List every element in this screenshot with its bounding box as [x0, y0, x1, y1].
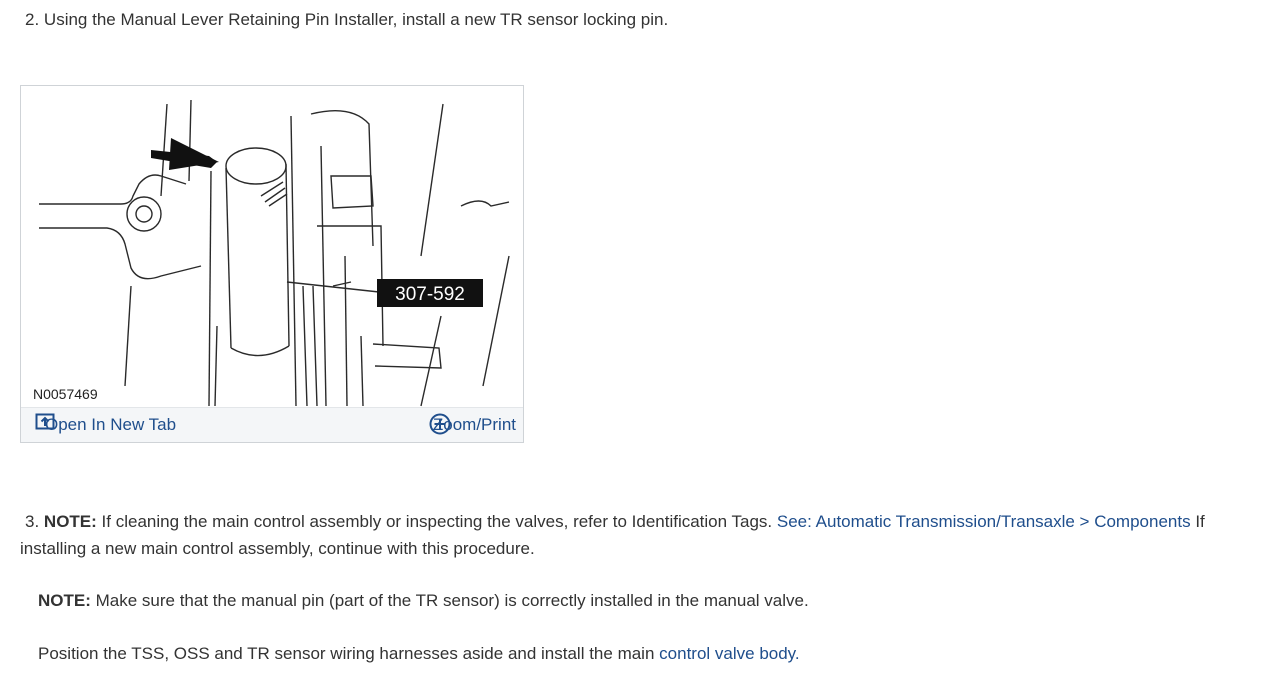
instruction-text: Position the TSS, OSS and TR sensor wiri…: [38, 644, 655, 663]
tool-label: 307-592: [395, 284, 465, 305]
note-label: NOTE:: [43, 512, 97, 531]
figure-footer: Open In New Tab Zoom/Print: [21, 407, 523, 442]
position-harness-text: Position the TSS, OSS and TR sensor wiri…: [38, 640, 800, 667]
open-in-new-tab-link[interactable]: Open In New Tab: [35, 413, 176, 437]
zoom-print-link[interactable]: Zoom/Print: [429, 413, 516, 437]
image-code: N0057469: [33, 386, 98, 402]
step-number: 3.: [25, 512, 40, 531]
step-number: 2.: [25, 10, 40, 29]
figure-tr-sensor-pin: 307-592 N0057469 Open In New Tab Zoom/Pr…: [20, 85, 524, 443]
open-in-new-tab-label: Open In New Tab: [45, 415, 177, 434]
note-text: Make sure that the manual pin (part of t…: [95, 591, 809, 610]
note-manual-pin: NOTE: Make sure that the manual pin (par…: [38, 587, 809, 614]
control-valve-body-link[interactable]: control valve body.: [659, 644, 799, 663]
see-components-link[interactable]: See: Automatic Transmission/Transaxle > …: [777, 512, 1191, 531]
step-2-text: 2. Using the Manual Lever Retaining Pin …: [25, 6, 668, 33]
figure-illustration: 307-592 N0057469: [33, 99, 510, 407]
note-label: NOTE:: [38, 591, 91, 610]
step-text: Using the Manual Lever Retaining Pin Ins…: [43, 10, 669, 29]
note-text: If cleaning the main control assembly or…: [101, 512, 773, 531]
step-3-text: 3. NOTE: If cleaning the main control as…: [20, 508, 1265, 562]
